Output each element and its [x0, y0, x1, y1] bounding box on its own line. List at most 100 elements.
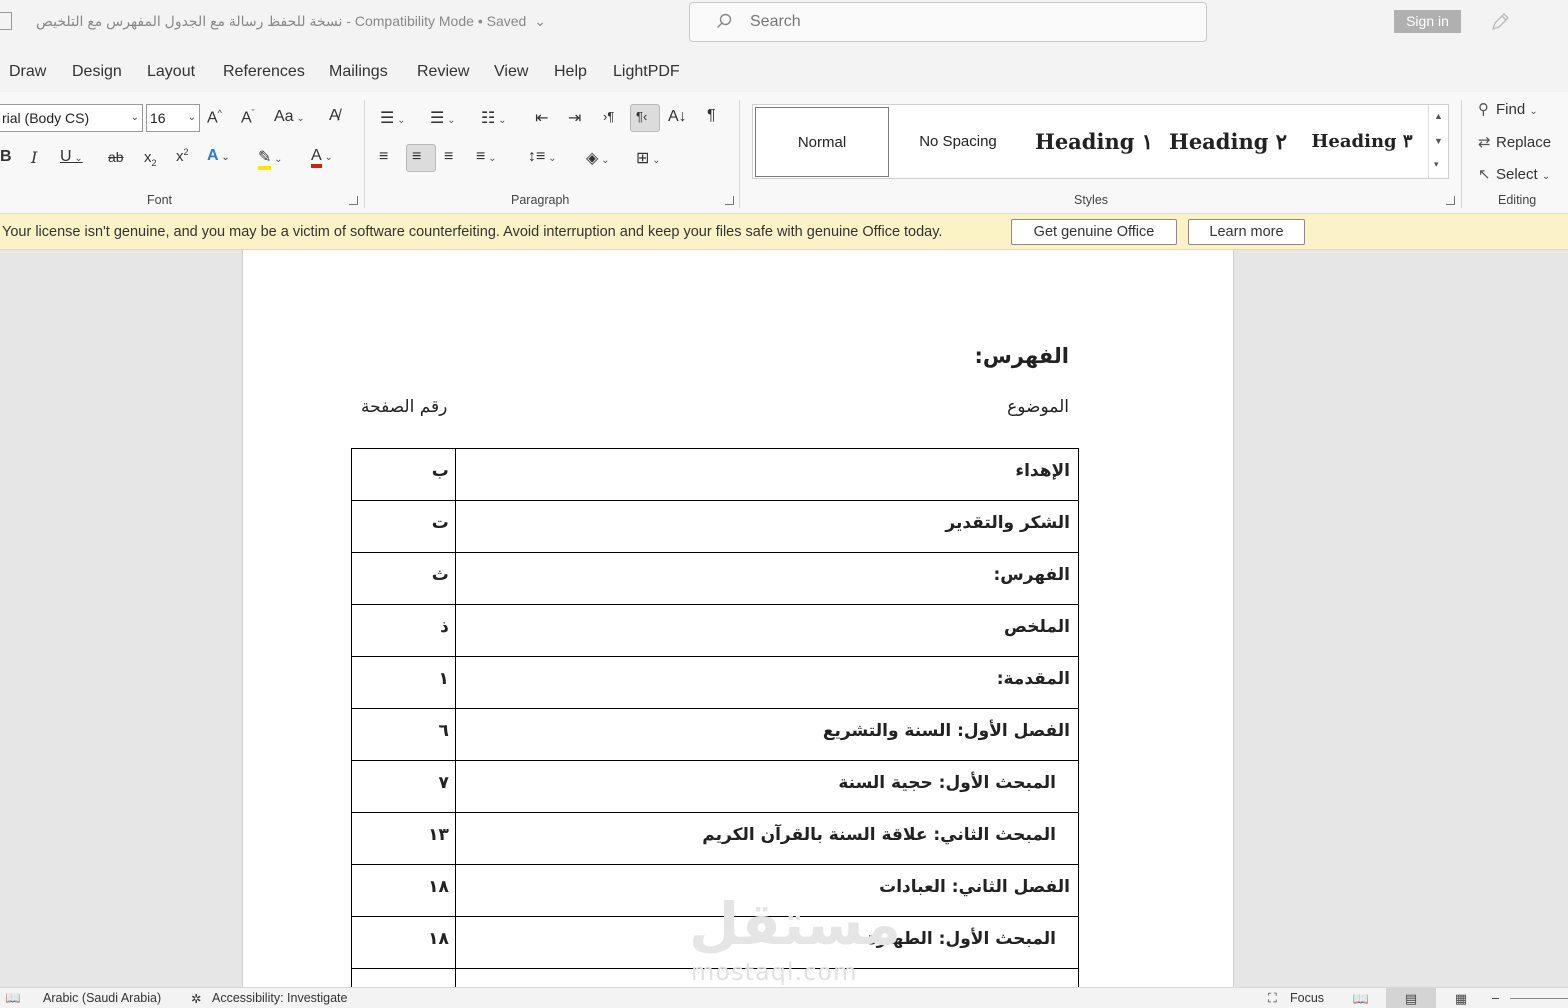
underline-icon[interactable]: U ⌄: [60, 148, 83, 166]
replace-button[interactable]: ⇄ Replace: [1478, 133, 1551, 151]
toc-topic-cell[interactable]: المبحث الأول: حجية السنة: [454, 760, 1080, 813]
tab-references[interactable]: References: [223, 63, 305, 81]
scroll-up-icon[interactable]: ▲: [1434, 111, 1443, 121]
rtl-direction-icon[interactable]: ¶‹: [636, 109, 647, 124]
multilevel-list-icon[interactable]: ☷ ⌄: [481, 108, 507, 128]
zoom-out-icon[interactable]: –: [1492, 991, 1499, 1005]
tab-lightpdf[interactable]: LightPDF: [613, 63, 680, 81]
focus-icon: ⛶: [1268, 991, 1277, 1005]
toc-topic-cell[interactable]: المقدمة:: [454, 656, 1080, 709]
toc-page-cell[interactable]: ١٨: [351, 916, 456, 969]
shrink-font-icon[interactable]: Aˇ: [241, 108, 255, 127]
toc-topic-cell[interactable]: المبحث الثاني: علاقة السنة بالقرآن الكري…: [454, 812, 1080, 865]
align-center-icon[interactable]: ≡: [412, 148, 421, 166]
toc-topic-cell[interactable]: الإهداء: [454, 448, 1080, 501]
style-normal[interactable]: Normal: [755, 107, 889, 177]
save-status: Saved: [486, 13, 527, 29]
read-mode-icon[interactable]: 📖: [1336, 988, 1386, 1008]
tab-layout[interactable]: Layout: [147, 63, 195, 81]
numbering-icon[interactable]: ☰ ⌄: [430, 108, 456, 128]
superscript-icon[interactable]: x2: [176, 147, 189, 165]
styles-dialog-launcher-icon[interactable]: [1446, 196, 1455, 205]
toc-topic-cell[interactable]: الفصل الأول: السنة والتشريع: [454, 708, 1080, 761]
group-divider: [364, 100, 365, 208]
tab-draw[interactable]: Draw: [9, 63, 46, 81]
style-no-spacing[interactable]: No Spacing: [893, 107, 1023, 177]
styles-gallery: Normal No Spacing Heading ١ Heading ٢ He…: [752, 104, 1449, 179]
search-box[interactable]: Search: [689, 2, 1207, 42]
align-left-icon[interactable]: ≡: [379, 148, 388, 166]
style-heading-2[interactable]: Heading ٢: [1163, 107, 1293, 177]
decrease-indent-icon[interactable]: ⇤: [535, 108, 548, 128]
grow-font-icon[interactable]: A^: [207, 108, 222, 127]
tab-review[interactable]: Review: [417, 63, 469, 81]
pen-icon[interactable]: [1490, 12, 1510, 32]
sign-in-button[interactable]: Sign in: [1394, 10, 1461, 33]
tab-view[interactable]: View: [494, 63, 528, 81]
find-button[interactable]: ⚲ Find ⌄: [1478, 100, 1538, 118]
highlight-icon[interactable]: ✎ ⌄: [258, 147, 283, 170]
tab-design[interactable]: Design: [72, 63, 122, 81]
shading-icon[interactable]: ◈ ⌄: [586, 148, 609, 168]
toc-page-cell[interactable]: ١٨: [351, 864, 456, 917]
more-styles-icon[interactable]: ▾: [1434, 159, 1439, 170]
sort-icon[interactable]: A↓: [668, 108, 687, 126]
toc-page-cell[interactable]: ١٣: [351, 812, 456, 865]
focus-button[interactable]: Focus: [1290, 991, 1324, 1005]
replace-icon: ⇄: [1478, 134, 1491, 151]
bullets-icon[interactable]: ☰ ⌄: [380, 108, 406, 128]
web-layout-icon[interactable]: ▦: [1436, 988, 1486, 1008]
toc-topic-cell[interactable]: الملخص: [454, 604, 1080, 657]
toc-page-cell[interactable]: ذ: [351, 604, 456, 657]
subscript-icon[interactable]: x2: [144, 149, 157, 168]
toc-page-cell[interactable]: ٧: [351, 760, 456, 813]
text-effects-icon[interactable]: A ⌄: [207, 147, 230, 165]
document-title[interactable]: نسخة للحفظ رسالة مع الجدول المفهرس مع ال…: [36, 13, 546, 30]
style-heading-1[interactable]: Heading ١: [1029, 107, 1159, 177]
paragraph-dialog-launcher-icon[interactable]: [725, 196, 734, 205]
toc-page-cell[interactable]: [351, 968, 456, 987]
borders-icon[interactable]: ⊞ ⌄: [636, 148, 661, 168]
learn-more-button[interactable]: Learn more: [1188, 219, 1305, 245]
ltr-direction-icon[interactable]: ›¶: [603, 109, 614, 124]
document-workspace[interactable]: الفهرس: الموضوع رقم الصفحة الإهداء ب الشكر…: [0, 250, 1568, 987]
toc-topic-cell[interactable]: الفهرس:: [454, 552, 1080, 605]
tab-mailings[interactable]: Mailings: [329, 63, 388, 81]
font-name-select[interactable]: rial (Body CS) ⌄: [0, 104, 143, 132]
align-right-icon[interactable]: ≡: [444, 148, 453, 166]
accessibility-icon: ✲: [191, 992, 202, 1006]
toc-page-cell[interactable]: ت: [351, 500, 456, 553]
tab-help[interactable]: Help: [554, 63, 587, 81]
font-color-icon[interactable]: A ⌄: [311, 147, 333, 168]
accessibility-status[interactable]: Accessibility: Investigate: [212, 991, 347, 1005]
autosave-icon[interactable]: [0, 12, 12, 30]
toc-page-cell[interactable]: ٦: [351, 708, 456, 761]
scroll-down-icon[interactable]: ▼: [1434, 136, 1443, 146]
zoom-slider[interactable]: [1510, 998, 1568, 999]
toc-topic-cell[interactable]: الشكر والتقدير: [454, 500, 1080, 553]
watermark-url: mostaql.com: [691, 958, 858, 986]
document-page[interactable]: الفهرس: الموضوع رقم الصفحة الإهداء ب الشكر…: [242, 250, 1234, 987]
proofing-icon[interactable]: 📖: [5, 991, 21, 1006]
justify-icon[interactable]: ≡ ⌄: [476, 148, 497, 166]
change-case-icon[interactable]: Aa ⌄: [274, 108, 305, 126]
chevron-down-icon: ⌄: [130, 112, 139, 123]
toc-page-cell[interactable]: ث: [351, 552, 456, 605]
select-button[interactable]: ↖ Select ⌄: [1478, 165, 1550, 183]
language-status[interactable]: Arabic (Saudi Arabia): [43, 991, 161, 1005]
get-genuine-office-button[interactable]: Get genuine Office: [1011, 219, 1177, 245]
strikethrough-icon[interactable]: ab: [108, 149, 124, 165]
bold-icon[interactable]: B: [0, 148, 12, 166]
style-heading-3[interactable]: Heading ٣: [1297, 107, 1427, 177]
italic-icon[interactable]: I: [31, 148, 37, 167]
show-formatting-icon[interactable]: ¶: [707, 107, 716, 125]
font-size-select[interactable]: 16 ⌄: [146, 104, 200, 132]
line-spacing-icon[interactable]: ↕≡ ⌄: [528, 148, 557, 166]
increase-indent-icon[interactable]: ⇥: [568, 108, 581, 128]
toc-page-cell[interactable]: ب: [351, 448, 456, 501]
clear-formatting-icon[interactable]: A̸: [329, 107, 340, 125]
print-layout-icon[interactable]: ▤: [1386, 988, 1436, 1008]
font-dialog-launcher-icon[interactable]: [349, 196, 358, 205]
toc-row: المبحث الثاني: علاقة السنة بالقرآن الكري…: [351, 812, 1080, 865]
toc-page-cell[interactable]: ١: [351, 656, 456, 709]
